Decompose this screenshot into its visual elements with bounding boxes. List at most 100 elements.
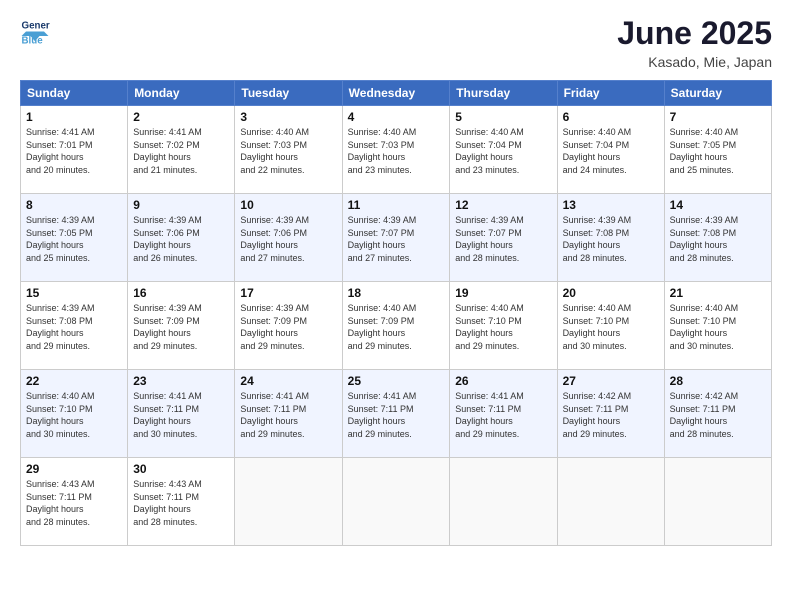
- calendar-week-2: 8 Sunrise: 4:39 AMSunset: 7:05 PMDaylight…: [21, 194, 772, 282]
- day-info: Sunrise: 4:39 AMSunset: 7:08 PMDaylight …: [563, 215, 632, 263]
- day-info: Sunrise: 4:40 AMSunset: 7:04 PMDaylight …: [563, 127, 632, 175]
- calendar-cell: 12 Sunrise: 4:39 AMSunset: 7:07 PMDayligh…: [450, 194, 557, 282]
- calendar-week-5: 29 Sunrise: 4:43 AMSunset: 7:11 PMDayligh…: [21, 458, 772, 546]
- calendar-cell: 16 Sunrise: 4:39 AMSunset: 7:09 PMDayligh…: [128, 282, 235, 370]
- calendar-cell: 4Sunrise: 4:40 AMSunset: 7:03 PMDaylight…: [342, 106, 450, 194]
- day-info: Sunrise: 4:39 AMSunset: 7:06 PMDaylight …: [133, 215, 202, 263]
- title-block: June 2025 Kasado, Mie, Japan: [617, 15, 772, 70]
- calendar-cell: 11 Sunrise: 4:39 AMSunset: 7:07 PMDayligh…: [342, 194, 450, 282]
- calendar-cell: 17Sunrise: 4:39 AMSunset: 7:09 PMDayligh…: [235, 282, 342, 370]
- calendar-cell: 27Sunrise: 4:42 AMSunset: 7:11 PMDayligh…: [557, 370, 664, 458]
- day-info: Sunrise: 4:39 AMSunset: 7:09 PMDaylight …: [240, 303, 309, 351]
- day-number: 8: [26, 198, 122, 212]
- calendar-cell: [557, 458, 664, 546]
- calendar-cell: 10 Sunrise: 4:39 AMSunset: 7:06 PMDayligh…: [235, 194, 342, 282]
- day-info: Sunrise: 4:41 AMSunset: 7:11 PMDaylight …: [240, 391, 309, 439]
- calendar-cell: 9Sunrise: 4:39 AMSunset: 7:06 PMDaylight…: [128, 194, 235, 282]
- col-header-saturday: Saturday: [664, 81, 771, 106]
- day-info: Sunrise: 4:40 AMSunset: 7:10 PMDaylight …: [26, 391, 95, 439]
- day-info: Sunrise: 4:39 AMSunset: 7:07 PMDaylight …: [455, 215, 524, 263]
- day-info: Sunrise: 4:39 AMSunset: 7:09 PMDaylight …: [133, 303, 202, 351]
- calendar-cell: 29 Sunrise: 4:43 AMSunset: 7:11 PMDayligh…: [21, 458, 128, 546]
- svg-text:General: General: [22, 21, 51, 32]
- calendar-week-4: 22 Sunrise: 4:40 AMSunset: 7:10 PMDayligh…: [21, 370, 772, 458]
- calendar-week-3: 15 Sunrise: 4:39 AMSunset: 7:08 PMDayligh…: [21, 282, 772, 370]
- day-number: 25: [348, 374, 445, 388]
- day-info: Sunrise: 4:41 AMSunset: 7:02 PMDaylight …: [133, 127, 202, 175]
- day-number: 26: [455, 374, 551, 388]
- col-header-wednesday: Wednesday: [342, 81, 450, 106]
- day-number: 19: [455, 286, 551, 300]
- calendar-cell: [235, 458, 342, 546]
- day-number: 30: [133, 462, 229, 476]
- day-info: Sunrise: 4:42 AMSunset: 7:11 PMDaylight …: [563, 391, 632, 439]
- day-info: Sunrise: 4:39 AMSunset: 7:07 PMDaylight …: [348, 215, 417, 263]
- day-number: 10: [240, 198, 336, 212]
- day-number: 3: [240, 110, 336, 124]
- calendar-cell: 19 Sunrise: 4:40 AMSunset: 7:10 PMDayligh…: [450, 282, 557, 370]
- day-number: 22: [26, 374, 122, 388]
- calendar-cell: 14 Sunrise: 4:39 AMSunset: 7:08 PMDayligh…: [664, 194, 771, 282]
- day-info: Sunrise: 4:41 AMSunset: 7:11 PMDaylight …: [455, 391, 524, 439]
- month-title: June 2025: [617, 15, 772, 52]
- col-header-monday: Monday: [128, 81, 235, 106]
- calendar-table: SundayMondayTuesdayWednesdayThursdayFrid…: [20, 80, 772, 546]
- calendar-header-row: SundayMondayTuesdayWednesdayThursdayFrid…: [21, 81, 772, 106]
- calendar-cell: 15 Sunrise: 4:39 AMSunset: 7:08 PMDayligh…: [21, 282, 128, 370]
- day-info: Sunrise: 4:39 AMSunset: 7:06 PMDaylight …: [240, 215, 309, 263]
- calendar-cell: 20Sunrise: 4:40 AMSunset: 7:10 PMDayligh…: [557, 282, 664, 370]
- day-number: 6: [563, 110, 659, 124]
- day-number: 5: [455, 110, 551, 124]
- day-number: 13: [563, 198, 659, 212]
- logo: General Blue: [20, 15, 50, 45]
- day-number: 4: [348, 110, 445, 124]
- day-info: Sunrise: 4:41 AMSunset: 7:01 PMDaylight …: [26, 127, 95, 175]
- calendar-cell: 1 Sunrise: 4:41 AMSunset: 7:01 PMDaylight…: [21, 106, 128, 194]
- calendar-cell: 3Sunrise: 4:40 AMSunset: 7:03 PMDaylight…: [235, 106, 342, 194]
- day-number: 2: [133, 110, 229, 124]
- col-header-thursday: Thursday: [450, 81, 557, 106]
- day-info: Sunrise: 4:40 AMSunset: 7:10 PMDaylight …: [455, 303, 524, 351]
- day-number: 11: [348, 198, 445, 212]
- day-number: 15: [26, 286, 122, 300]
- day-number: 12: [455, 198, 551, 212]
- calendar-cell: 8 Sunrise: 4:39 AMSunset: 7:05 PMDaylight…: [21, 194, 128, 282]
- day-number: 23: [133, 374, 229, 388]
- day-info: Sunrise: 4:40 AMSunset: 7:04 PMDaylight …: [455, 127, 524, 175]
- page: General Blue June 2025 Kasado, Mie, Japa…: [0, 0, 792, 612]
- day-info: Sunrise: 4:40 AMSunset: 7:10 PMDaylight …: [563, 303, 632, 351]
- day-number: 24: [240, 374, 336, 388]
- day-info: Sunrise: 4:41 AMSunset: 7:11 PMDaylight …: [133, 391, 202, 439]
- day-info: Sunrise: 4:39 AMSunset: 7:08 PMDaylight …: [26, 303, 95, 351]
- calendar-cell: 24 Sunrise: 4:41 AMSunset: 7:11 PMDayligh…: [235, 370, 342, 458]
- calendar-cell: 5 Sunrise: 4:40 AMSunset: 7:04 PMDaylight…: [450, 106, 557, 194]
- day-info: Sunrise: 4:41 AMSunset: 7:11 PMDaylight …: [348, 391, 417, 439]
- calendar-cell: 23 Sunrise: 4:41 AMSunset: 7:11 PMDayligh…: [128, 370, 235, 458]
- calendar-cell: 18Sunrise: 4:40 AMSunset: 7:09 PMDayligh…: [342, 282, 450, 370]
- logo-icon: General Blue: [20, 15, 50, 45]
- day-info: Sunrise: 4:43 AMSunset: 7:11 PMDaylight …: [133, 479, 202, 527]
- day-number: 16: [133, 286, 229, 300]
- calendar-cell: 6 Sunrise: 4:40 AMSunset: 7:04 PMDaylight…: [557, 106, 664, 194]
- calendar-cell: 13 Sunrise: 4:39 AMSunset: 7:08 PMDayligh…: [557, 194, 664, 282]
- calendar-cell: 22 Sunrise: 4:40 AMSunset: 7:10 PMDayligh…: [21, 370, 128, 458]
- day-info: Sunrise: 4:40 AMSunset: 7:09 PMDaylight …: [348, 303, 417, 351]
- day-info: Sunrise: 4:43 AMSunset: 7:11 PMDaylight …: [26, 479, 95, 527]
- calendar-cell: 26 Sunrise: 4:41 AMSunset: 7:11 PMDayligh…: [450, 370, 557, 458]
- day-info: Sunrise: 4:39 AMSunset: 7:05 PMDaylight …: [26, 215, 95, 263]
- calendar-week-1: 1 Sunrise: 4:41 AMSunset: 7:01 PMDaylight…: [21, 106, 772, 194]
- calendar-cell: [664, 458, 771, 546]
- header: General Blue June 2025 Kasado, Mie, Japa…: [20, 15, 772, 70]
- day-info: Sunrise: 4:39 AMSunset: 7:08 PMDaylight …: [670, 215, 739, 263]
- col-header-tuesday: Tuesday: [235, 81, 342, 106]
- day-number: 14: [670, 198, 766, 212]
- day-number: 7: [670, 110, 766, 124]
- day-number: 1: [26, 110, 122, 124]
- day-info: Sunrise: 4:40 AMSunset: 7:10 PMDaylight …: [670, 303, 739, 351]
- col-header-sunday: Sunday: [21, 81, 128, 106]
- day-info: Sunrise: 4:42 AMSunset: 7:11 PMDaylight …: [670, 391, 739, 439]
- svg-text:Blue: Blue: [22, 36, 44, 46]
- day-number: 29: [26, 462, 122, 476]
- calendar-cell: 30 Sunrise: 4:43 AMSunset: 7:11 PMDayligh…: [128, 458, 235, 546]
- calendar-cell: 2 Sunrise: 4:41 AMSunset: 7:02 PMDaylight…: [128, 106, 235, 194]
